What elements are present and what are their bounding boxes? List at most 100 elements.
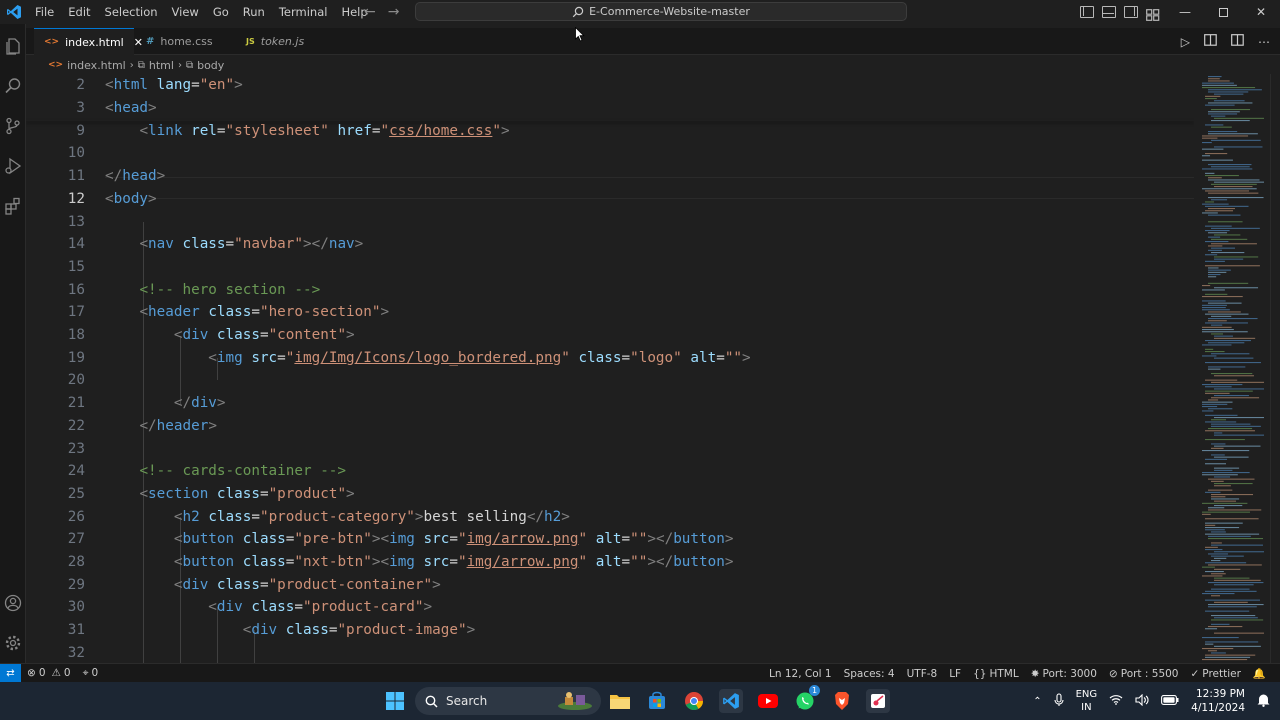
customize-layout-icon[interactable] [1146, 6, 1160, 21]
minimap-line [1211, 199, 1228, 201]
breadcrumb-html[interactable]: html [149, 59, 174, 72]
microsoft-store-icon[interactable] [645, 689, 669, 713]
menu-edit[interactable]: Edit [61, 0, 97, 24]
problems-indicator[interactable]: ⊗ 0 ⚠ 0 [21, 667, 77, 679]
search-label: Search [446, 694, 488, 708]
search-icon[interactable] [3, 76, 23, 96]
code-editor[interactable]: 2 <html lang="en"> 3 <head> 9 <link rel=… [26, 74, 1194, 663]
encoding[interactable]: UTF-8 [901, 668, 944, 680]
file-explorer-icon[interactable] [608, 689, 632, 713]
breadcrumb-body[interactable]: body [197, 59, 224, 72]
wifi-icon[interactable] [1109, 694, 1123, 708]
source-control-icon[interactable] [3, 116, 23, 136]
toggle-secondary-sidebar-icon[interactable] [1124, 6, 1138, 18]
minimap-line [1211, 615, 1256, 617]
tab-home-css[interactable]: # home.css [136, 28, 234, 55]
command-center[interactable]: E-Commerce-Website-master [415, 2, 907, 21]
minimap-line [1214, 617, 1258, 619]
minimap-line [1214, 337, 1256, 339]
vscode-taskbar-icon[interactable] [719, 689, 743, 713]
toggle-panel-icon[interactable] [1102, 6, 1116, 18]
windows-start-icon[interactable] [383, 689, 407, 713]
run-icon[interactable]: ▷ [1181, 35, 1190, 49]
error-icon: ⊗ [27, 667, 36, 679]
minimap-line [1214, 568, 1241, 570]
minimap-line [1202, 474, 1238, 476]
line-number: 2 [76, 77, 85, 94]
language-mode[interactable]: {} HTML [967, 668, 1025, 680]
minimize-icon[interactable]: — [1166, 0, 1204, 24]
close-window-icon[interactable]: ✕ [1242, 0, 1280, 24]
minimap-line [1211, 183, 1257, 185]
maximize-icon[interactable] [1204, 0, 1242, 24]
menu-selection[interactable]: Selection [98, 0, 165, 24]
volume-icon[interactable] [1135, 693, 1149, 709]
chrome-icon[interactable] [682, 689, 706, 713]
youtube-icon[interactable] [756, 689, 780, 713]
indentation[interactable]: Spaces: 4 [838, 668, 901, 680]
minimap-line [1211, 555, 1244, 557]
status-bar: ⇄ ⊗ 0 ⚠ 0 ⌖ 0 Ln 12, Col 1 Spaces: 4 UTF… [0, 663, 1280, 683]
minimap[interactable] [1196, 74, 1268, 663]
minimap-line [1202, 566, 1215, 568]
open-preview-icon[interactable] [1204, 34, 1217, 49]
minimap-line [1208, 80, 1230, 82]
brave-icon[interactable] [830, 689, 854, 713]
minimap-line [1211, 373, 1253, 375]
minimap-line [1208, 131, 1238, 133]
show-hidden-icons-chevron-icon[interactable]: ⌃ [1033, 696, 1041, 707]
menu-terminal[interactable]: Terminal [272, 0, 335, 24]
minimap-line [1214, 445, 1261, 447]
split-editor-icon[interactable] [1231, 34, 1244, 49]
window-controls: — ✕ [1166, 0, 1280, 24]
minimap-line [1205, 430, 1255, 432]
run-debug-icon[interactable] [3, 156, 23, 176]
minimap-line [1205, 491, 1221, 493]
clock[interactable]: 12:39 PM 4/11/2024 [1191, 687, 1245, 715]
live-server[interactable]: ⊘ Port : 5500 [1103, 668, 1185, 680]
breadcrumb-file[interactable]: index.html [67, 59, 126, 72]
prettier[interactable]: ✓ Prettier [1184, 668, 1246, 680]
input-language[interactable]: ENG IN [1076, 688, 1098, 714]
menu-run[interactable]: Run [236, 0, 272, 24]
menu-file[interactable]: File [28, 0, 61, 24]
menu-view[interactable]: View [165, 0, 206, 24]
notification-bell-icon[interactable] [1257, 693, 1270, 710]
code-line: 21 </div> [26, 392, 1194, 415]
vertical-scrollbar[interactable] [1270, 74, 1280, 663]
minimap-line [1214, 476, 1231, 478]
minimap-line [1205, 599, 1260, 601]
microphone-icon[interactable] [1054, 692, 1064, 710]
minimap-line [1208, 232, 1228, 234]
taskbar-search[interactable]: Search [415, 687, 601, 715]
battery-icon[interactable] [1161, 694, 1179, 708]
port-forward[interactable]: ✸ Port: 3000 [1025, 668, 1103, 680]
accounts-icon[interactable] [3, 593, 23, 613]
minimap-line [1214, 577, 1250, 579]
whatsapp-icon[interactable]: 1 [793, 685, 820, 713]
minimap-line [1202, 135, 1249, 137]
snipping-tool-icon[interactable] [866, 689, 890, 713]
more-actions-icon[interactable]: ⋯ [1258, 35, 1270, 49]
cursor-position[interactable]: Ln 12, Col 1 [763, 668, 838, 680]
tab-index-html[interactable]: <> index.html ✕ [34, 28, 143, 55]
no-entry-icon: ⊘ [1108, 667, 1118, 680]
extensions-icon[interactable] [3, 196, 23, 216]
remote-window-icon[interactable]: ⇄ [0, 663, 21, 683]
toggle-primary-sidebar-icon[interactable] [1080, 6, 1094, 18]
end-of-line[interactable]: LF [943, 668, 967, 680]
explorer-icon[interactable] [3, 36, 23, 56]
notifications-bell-icon[interactable]: 🔔 [1247, 667, 1272, 680]
ports-indicator[interactable]: ⌖ 0 [77, 667, 105, 680]
tab-token-js[interactable]: JS token.js [236, 28, 326, 55]
line-number: 11 [67, 168, 85, 185]
search-highlight-icon [555, 690, 595, 715]
minimap-line [1205, 533, 1260, 535]
menu-go[interactable]: Go [206, 0, 236, 24]
code-line: 10 [26, 142, 1194, 165]
back-arrow-icon[interactable]: ← [364, 4, 376, 20]
settings-gear-icon[interactable] [3, 633, 23, 653]
code-line: 2 <html lang="en"> [26, 74, 1194, 97]
search-icon [572, 6, 584, 17]
forward-arrow-icon[interactable]: → [388, 4, 400, 20]
